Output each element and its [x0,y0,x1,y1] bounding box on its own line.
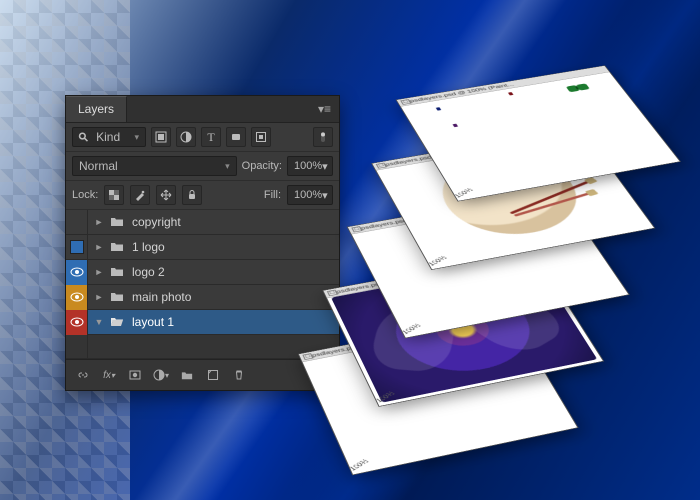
lock-label: Lock: [72,189,98,201]
filter-kind-label: Kind [96,130,120,144]
filter-kind-select[interactable]: ⚲ Kind ▾ [72,127,146,147]
tab-layers[interactable]: Layers [66,96,127,122]
folder-icon [110,265,124,280]
filter-pixel-icon[interactable] [151,127,171,147]
new-layer-icon[interactable] [202,365,224,385]
zoom-label: 100% [348,458,370,472]
opacity-value: 100% [294,160,322,172]
canvas-card: ☐psdlayers.psd @ 100 100% [322,251,604,407]
filter-row: ⚲ Kind ▾ T [66,123,339,152]
folder-icon [110,240,124,255]
panel-tabbar: Layers ▾≡ [66,96,339,123]
chevron-down-icon: ▾ [322,160,328,173]
canvas-card: ☐psdlayers.psd @ 100 100% [371,127,655,270]
disclosure-triangle-icon[interactable]: ► [92,242,106,252]
layer-row[interactable]: ► copyright [66,210,339,235]
layer-name[interactable]: copyright [132,215,181,229]
layer-name[interactable]: layout 1 [132,315,174,329]
panel-flyout-menu-icon[interactable]: ▾≡ [310,98,339,120]
eye-icon [70,317,84,327]
folder-icon [110,215,124,230]
fill-label: Fill: [264,189,281,201]
lock-move-icon[interactable] [156,185,176,205]
blend-mode-value: Normal [79,159,118,173]
layer-name[interactable]: 1 logo [132,240,165,254]
zoom-label: 100% [453,187,475,199]
folder-icon [110,290,124,305]
layer-stack-illustration: ☐psdlayers.psd @ 100% (Paint... 100% ☐ps… [300,30,640,450]
zoom-label: 100% [427,255,449,267]
layer-fx-icon[interactable]: fx▾ [98,365,120,385]
opacity-field[interactable]: 100% ▾ [287,156,333,176]
layer-row[interactable]: ► logo 2 [66,260,339,285]
doc-title: psdlayers.psd @ 100 [311,315,510,358]
chevron-down-icon: ▾ [134,132,139,143]
fill-value: 100% [294,189,322,201]
eye-icon [70,292,84,302]
filter-text-icon[interactable]: T [201,127,221,147]
layer-name[interactable]: main photo [132,290,191,304]
lock-all-icon[interactable] [182,185,202,205]
add-mask-icon[interactable] [124,365,146,385]
lock-transparency-icon[interactable] [104,185,124,205]
disclosure-triangle-icon[interactable]: ► [92,267,106,277]
lock-paint-icon[interactable] [130,185,150,205]
canvas-card: ☐psdlayers.psd @ 100% (Paint... 100% [396,65,681,201]
lock-row: Lock: Fill: 100% ▾ [66,181,339,210]
filter-adjust-icon[interactable] [176,127,196,147]
doc-title: psdlayers.psd @ 100 [335,253,534,294]
blend-row: Normal ▾ Opacity: 100% ▾ [66,152,339,181]
link-layers-icon[interactable] [72,365,94,385]
color-chip-blue [70,240,84,254]
folder-open-icon [110,315,124,330]
delete-layer-icon[interactable] [228,365,250,385]
search-icon: ⚲ [75,129,91,145]
chevron-down-icon: ▾ [225,161,230,172]
zoom-label: 100% [374,390,396,403]
layer-name[interactable]: logo 2 [132,265,165,279]
canvas-card: ☐psdlayers.psd @ 100 100% [347,189,630,338]
disclosure-triangle-icon[interactable]: ▼ [92,317,106,327]
filter-smart-icon[interactable] [251,127,271,147]
visibility-toggle[interactable] [66,235,88,260]
chevron-down-icon: ▾ [322,189,328,202]
visibility-toggle[interactable] [66,310,88,335]
blend-mode-select[interactable]: Normal ▾ [72,156,237,176]
doc-title: psdlayers.psd @ 100% (Paint... [409,67,606,103]
filter-toggle-switch[interactable] [313,127,333,147]
doc-title: psdlayers.psd @ 100 [384,129,582,167]
visibility-toggle[interactable] [66,285,88,310]
layer-list: ► copyright ► 1 logo ► logo 2 [66,210,339,359]
disclosure-triangle-icon[interactable]: ► [92,217,106,227]
disclosure-triangle-icon[interactable]: ► [92,292,106,302]
zoom-label: 100% [400,323,422,336]
eye-icon [70,267,84,277]
layer-row[interactable]: ► 1 logo [66,235,339,260]
visibility-toggle[interactable] [66,334,88,359]
new-group-icon[interactable] [176,365,198,385]
doc-title: psdlayers.psd @ 100 [360,191,558,231]
new-adjustment-icon[interactable]: ▾ [150,365,172,385]
visibility-toggle[interactable] [66,260,88,285]
layers-panel: Layers ▾≡ ⚲ Kind ▾ T Normal ▾ Opacity: [65,95,340,391]
panel-footer: fx▾ ▾ [66,359,339,390]
visibility-toggle[interactable] [66,210,88,235]
layer-row[interactable]: ▼ layout 1 [66,310,339,335]
filter-shape-icon[interactable] [226,127,246,147]
fill-field[interactable]: 100% ▾ [287,185,333,205]
layer-row[interactable]: ► main photo [66,285,339,310]
layer-row-empty [66,335,339,359]
opacity-label: Opacity: [242,160,282,172]
color-chip-none [70,215,84,229]
